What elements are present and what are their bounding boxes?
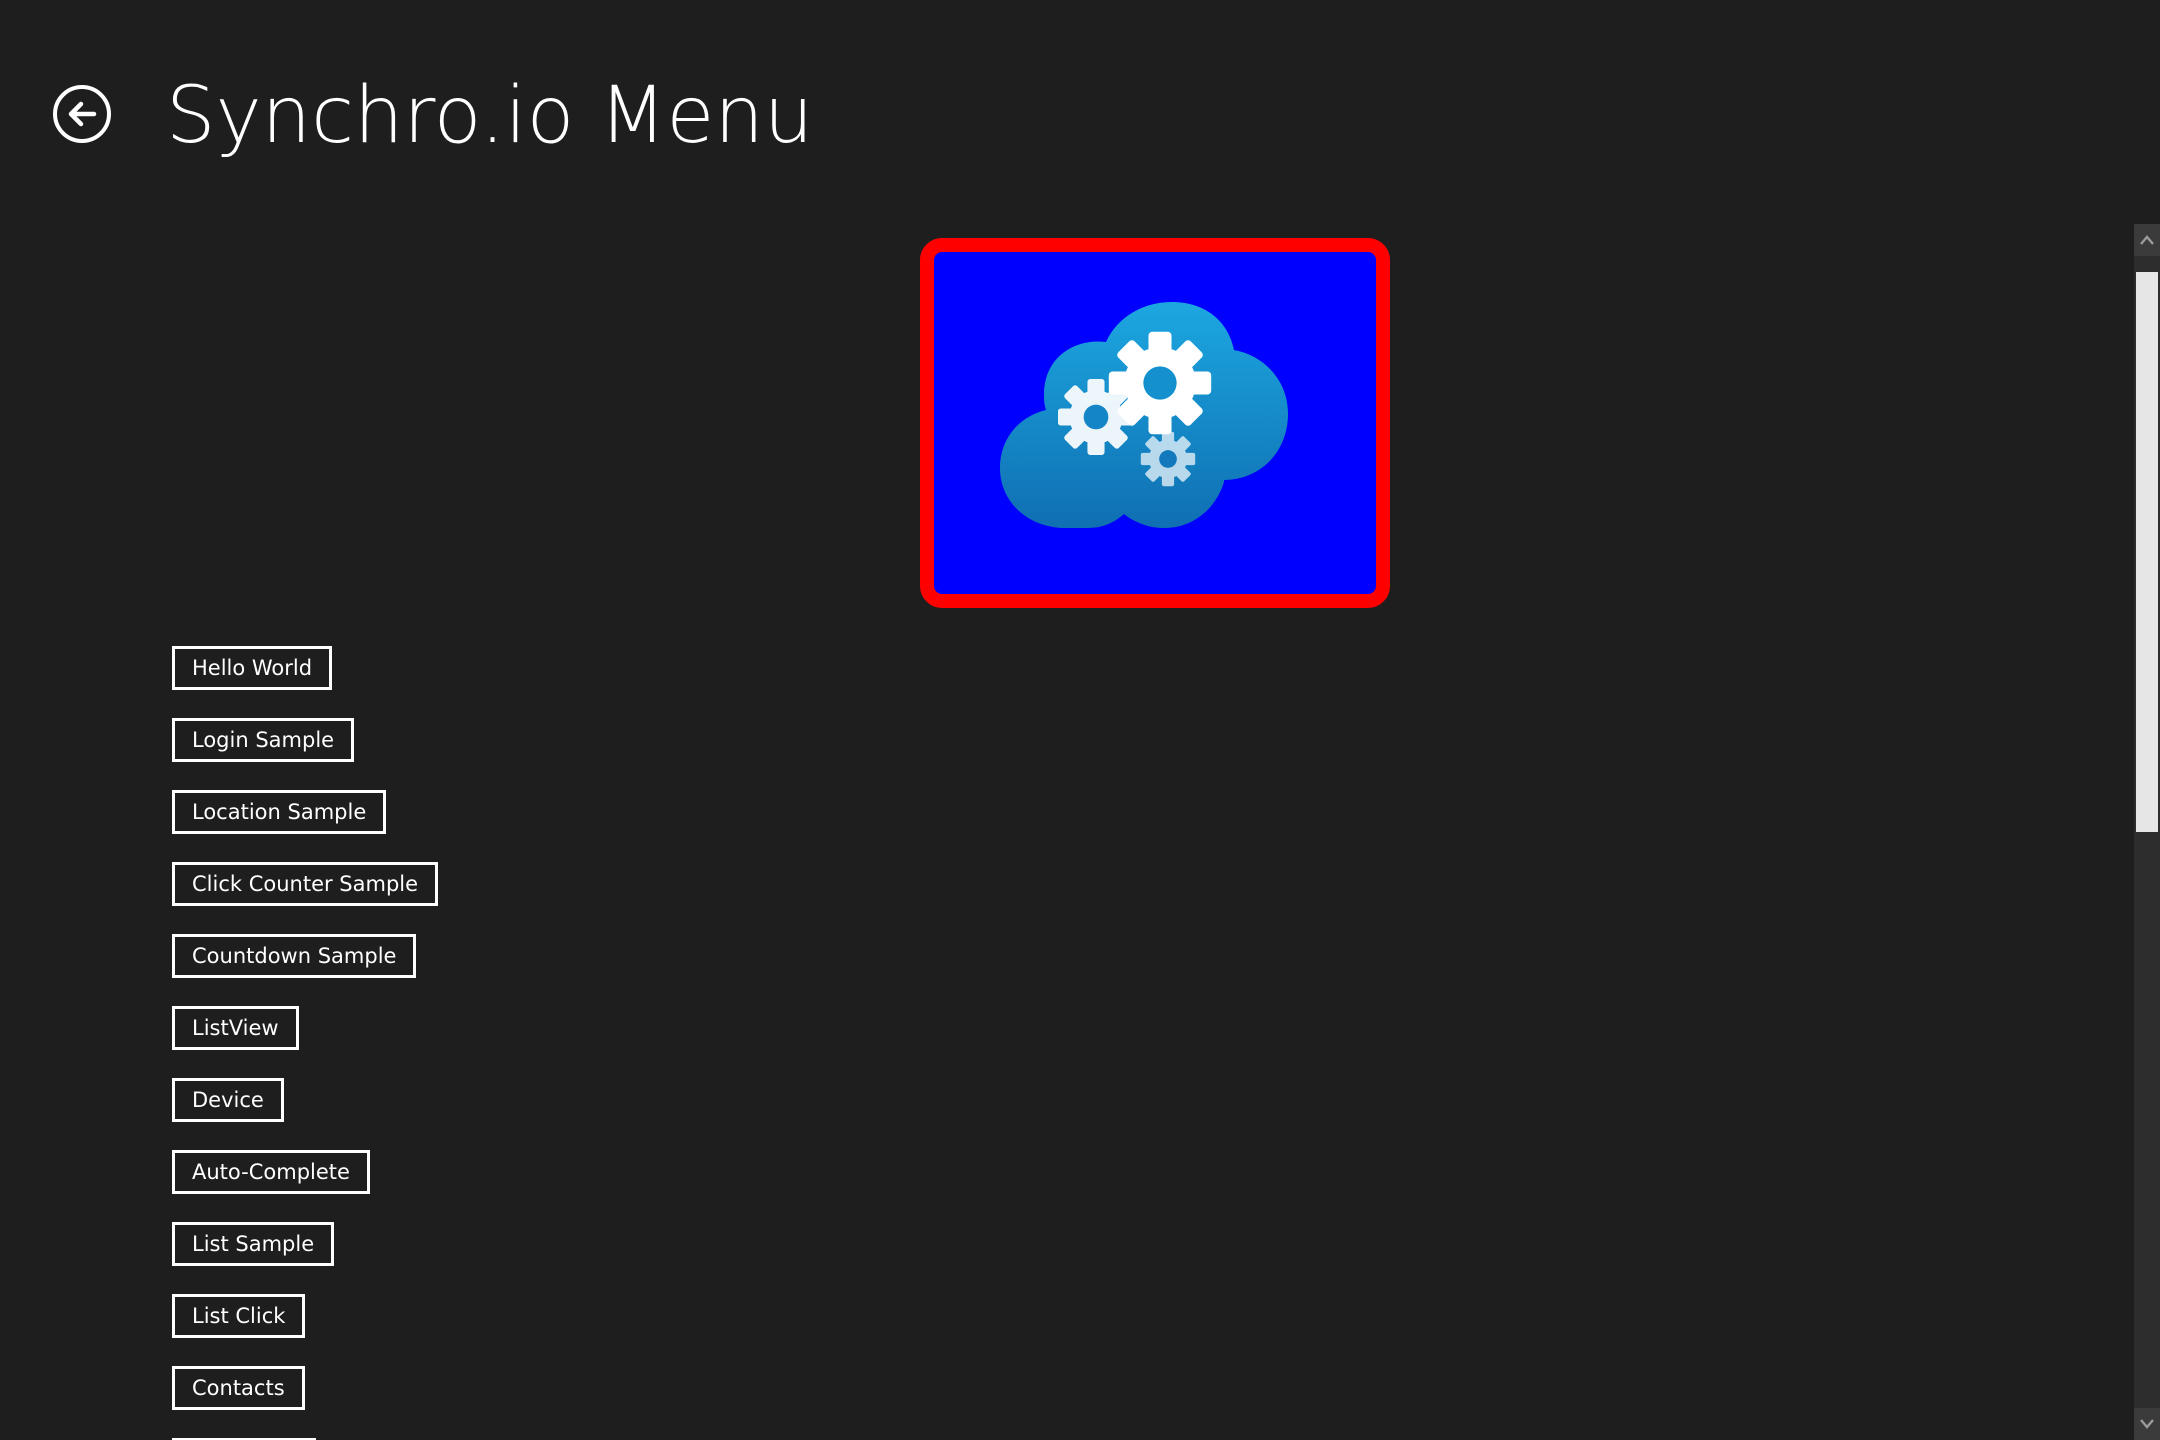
chevron-down-icon: [2140, 1419, 2154, 1429]
list-sample-button[interactable]: List Sample: [172, 1222, 335, 1266]
scroll-down-button[interactable]: [2134, 1408, 2160, 1440]
back-button[interactable]: [53, 85, 111, 143]
contacts-button[interactable]: Contacts: [172, 1366, 305, 1410]
scrollbar-thumb[interactable]: [2136, 272, 2158, 832]
back-arrow-icon: [68, 101, 97, 127]
listview-button[interactable]: ListView: [172, 1006, 299, 1050]
countdown-sample-button[interactable]: Countdown Sample: [172, 934, 417, 978]
click-counter-sample-button[interactable]: Click Counter Sample: [172, 862, 439, 906]
cloud-gears-icon: [1000, 302, 1288, 528]
chevron-up-icon: [2140, 235, 2154, 245]
scroll-up-button[interactable]: [2134, 224, 2160, 256]
list-click-button[interactable]: List Click: [172, 1294, 306, 1338]
hello-world-button[interactable]: Hello World: [172, 646, 333, 690]
device-button[interactable]: Device: [172, 1078, 284, 1122]
page-title: Synchro.io Menu: [166, 71, 814, 161]
login-sample-button[interactable]: Login Sample: [172, 718, 355, 762]
location-sample-button[interactable]: Location Sample: [172, 790, 387, 834]
logo-image: [920, 238, 1390, 608]
menu-list: Hello World Login Sample Location Sample…: [172, 646, 439, 1440]
auto-complete-button[interactable]: Auto-Complete: [172, 1150, 370, 1194]
menu-scroll-region: Hello World Login Sample Location Sample…: [0, 224, 2134, 1440]
vertical-scrollbar[interactable]: [2134, 224, 2160, 1440]
